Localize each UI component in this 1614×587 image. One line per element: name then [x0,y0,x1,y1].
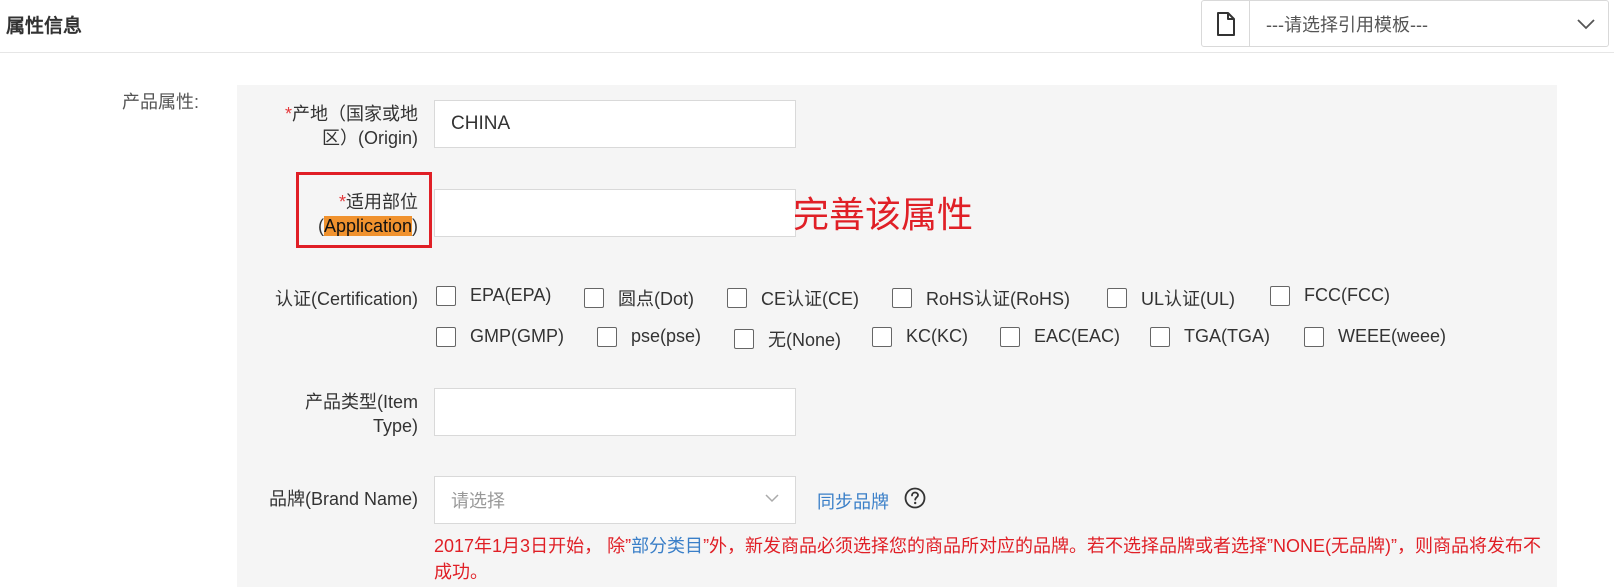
document-icon [1216,11,1235,36]
template-select[interactable]: ---请选择引用模板--- [1201,0,1609,47]
required-mark: * [338,192,346,212]
checkbox[interactable] [892,288,912,308]
notice-text-part1: 2017年1月3日开始， 除” [434,536,632,556]
checkbox[interactable] [872,326,892,347]
checkbox[interactable] [1304,326,1324,347]
application-label-highlight: Application [323,216,412,236]
product-attributes-label: 产品属性: [122,92,200,112]
cert-option-gmp[interactable]: GMP(GMP) [436,326,564,347]
cert-option-label: KC(KC) [906,326,968,346]
annotation-complete-attribute: 完善该属性 [793,194,974,235]
cert-option-label: CE认证(CE) [761,289,859,309]
required-mark: * [284,104,292,124]
cert-option-label: WEEE(weee) [1338,326,1447,346]
application-label: *适用部位 (Application) [240,190,418,238]
cert-option-label: TGA(TGA) [1184,326,1270,346]
brand-select[interactable]: 请选择 [434,476,796,524]
cert-option-label: UL认证(UL) [1141,289,1236,309]
origin-label: *产地（国家或地 区）(Origin) [240,102,418,150]
application-label-close: ) [412,216,418,236]
cert-option-label: 无(None) [768,330,842,350]
checkbox[interactable] [436,326,456,347]
origin-label-line2: 区）(Origin) [321,128,418,148]
cert-option-label: EPA(EPA) [470,285,552,305]
item-type-label-line2: Type) [372,416,418,436]
origin-input[interactable]: CHINA [434,100,796,148]
question-circle-icon[interactable] [904,487,926,509]
item-type-input[interactable] [434,388,796,436]
origin-label-line1: 产地（国家或地 [292,104,418,124]
checkbox[interactable] [1270,285,1290,306]
cert-option-label: GMP(GMP) [470,326,564,346]
cert-option-none[interactable]: 无(None) [734,326,841,352]
cert-option-dot[interactable]: 圆点(Dot) [584,285,694,311]
cert-option-epa[interactable]: EPA(EPA) [436,285,551,306]
cert-option-eac[interactable]: EAC(EAC) [1000,326,1120,347]
checkbox[interactable] [1150,326,1170,347]
brand-label: 品牌(Brand Name) [268,489,418,509]
section-header: 属性信息 ---请选择引用模板--- [0,0,1614,53]
cert-option-ce[interactable]: CE认证(CE) [727,285,859,311]
template-select-arrow[interactable] [1564,1,1608,46]
brand-notice: 2017年1月3日开始， 除”部分类目”外，新发商品必须选择您的商品所对应的品牌… [434,533,1544,585]
item-type-label-line1: 产品类型(Item [304,392,418,412]
checkbox[interactable] [436,285,456,306]
cert-option-kc[interactable]: KC(KC) [872,326,968,347]
brand-select-placeholder: 请选择 [451,491,505,511]
cert-option-label: EAC(EAC) [1034,326,1121,346]
notice-category-link[interactable]: 部分类目 [631,536,703,556]
cert-option-pse[interactable]: pse(pse) [597,326,701,347]
checkbox[interactable] [1000,326,1020,347]
checkbox[interactable] [734,329,754,349]
cert-option-label: 圆点(Dot) [618,289,694,309]
checkbox[interactable] [1107,288,1127,308]
item-type-label: 产品类型(Item Type) [240,390,418,438]
sync-brand-link[interactable]: 同步品牌 [817,488,889,514]
chevron-down-icon [765,494,779,503]
cert-option-ul[interactable]: UL认证(UL) [1107,285,1235,311]
template-select-value[interactable]: ---请选择引用模板--- [1250,1,1564,46]
cert-option-fcc[interactable]: FCC(FCC) [1270,285,1390,306]
chevron-down-icon [1577,18,1595,29]
checkbox[interactable] [727,288,747,308]
cert-option-label: FCC(FCC) [1304,285,1390,305]
checkbox[interactable] [597,326,617,347]
cert-option-rohs[interactable]: RoHS认证(RoHS) [892,285,1070,311]
cert-option-tga[interactable]: TGA(TGA) [1150,326,1270,347]
cert-option-label: RoHS认证(RoHS) [926,289,1071,309]
template-icon-box[interactable] [1202,1,1250,46]
application-input[interactable] [434,189,796,237]
certification-label: 认证(Certification) [274,289,418,309]
application-label-line1: 适用部位 [346,192,418,212]
cert-option-label: pse(pse) [631,326,702,346]
checkbox[interactable] [584,288,604,308]
section-title: 属性信息 [6,16,83,37]
cert-option-weee[interactable]: WEEE(weee) [1304,326,1446,347]
